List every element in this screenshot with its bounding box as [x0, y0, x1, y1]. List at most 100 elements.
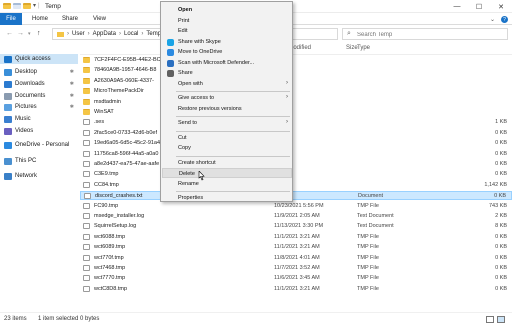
maximize-button[interactable]: ☐	[468, 0, 490, 13]
recent-locations-icon[interactable]: ▾	[28, 31, 31, 37]
file-name: 19ed6a05-6d5c-45c2-91a4	[94, 140, 161, 147]
file-row[interactable]: wct6088.tmp 11/1/2021 3:21 AM TMP File 0 KB	[80, 233, 512, 242]
menu-item-open-with[interactable]: Open with ›	[162, 79, 292, 89]
file-name: wctC8D8.tmp	[94, 285, 128, 292]
tab-share[interactable]: Share	[62, 16, 78, 22]
sidebar-item-downloads[interactable]: Downloads ✱	[4, 79, 78, 89]
sidebar-item-pictures[interactable]: Pictures ✱	[4, 102, 78, 112]
sidebar-item-music[interactable]: Music	[4, 114, 78, 124]
properties-icon[interactable]	[13, 2, 21, 9]
sidebar-item-quick-access[interactable]: Quick access	[0, 54, 78, 64]
file-size: 0 KB	[495, 140, 507, 147]
help-icon[interactable]: ?	[501, 16, 508, 23]
sidebar-item-desktop[interactable]: Desktop ✱	[4, 67, 78, 77]
file-row[interactable]: 2fac5ce0-0733-42d6-b0ef 0 KB	[80, 129, 512, 138]
file-row[interactable]: a8e2d437-ea75-47ae-aafe 0 KB	[80, 160, 512, 169]
window-title: Temp	[45, 3, 61, 10]
folder-row[interactable]: WinSAT	[80, 108, 512, 117]
file-row[interactable]: C3E9.tmp 0 KB	[80, 170, 512, 179]
file-icon	[83, 233, 90, 240]
menu-item-delete[interactable]: Delete	[162, 168, 292, 178]
back-arrow-icon[interactable]: ←	[6, 30, 13, 37]
file-size: 1,142 KB	[484, 181, 507, 188]
file-date: 11/8/2021 4:01 AM	[274, 254, 320, 261]
file-icon	[83, 275, 90, 282]
menu-item-label: Move to OneDrive	[178, 49, 223, 55]
file-icon	[83, 161, 90, 167]
file-row[interactable]: FC90.tmp 10/23/2021 5:56 PM TMP File 743 KB	[80, 202, 512, 211]
ribbon-expand-icon[interactable]: ⌄	[490, 16, 495, 23]
menu-item-copy[interactable]: Copy	[162, 143, 292, 153]
sidebar-item-documents[interactable]: Documents ✱	[4, 91, 78, 101]
file-row[interactable]: msedge_installer.log 11/9/2021 2:05 AM Tex…	[80, 212, 512, 221]
menu-item-restore-previous-versions[interactable]: Restore previous versions	[162, 104, 292, 114]
tab-file[interactable]: File	[0, 13, 22, 25]
file-date: 11/13/2021 3:30 PM	[274, 223, 324, 230]
details-view-icon[interactable]	[486, 316, 494, 323]
item-count: 23 items	[4, 316, 27, 322]
menu-item-open[interactable]: Open	[162, 5, 292, 15]
file-row[interactable]: wctC8D8.tmp 11/1/2021 3:21 AM TMP File 0 KB	[80, 285, 512, 294]
file-name: 78460A9B-1957-4646-B8	[94, 67, 157, 74]
menu-item-cut[interactable]: Cut	[162, 133, 292, 143]
menu-separator	[176, 91, 290, 92]
sidebar-item-videos[interactable]: Videos	[4, 126, 78, 136]
file-row[interactable]: CC84.tmp 1,142 KB	[80, 181, 512, 190]
menu-item-give-access-to[interactable]: Give access to ›	[162, 93, 292, 103]
file-name: 2fac5ce0-0733-42d6-b0ef	[94, 129, 157, 136]
folder-row[interactable]: 78460A9B-1957-4646-B8	[80, 66, 512, 75]
submenu-arrow-icon: ›	[286, 94, 288, 100]
file-row[interactable]: .ses 1 KB	[80, 118, 512, 127]
breadcrumb-user[interactable]: User	[72, 31, 85, 37]
menu-item-properties[interactable]: Properties	[162, 193, 292, 203]
folder-row[interactable]: 7CF2F4FC-E95B-44E2-BC	[80, 56, 512, 65]
folder-row[interactable]: A2630A9A5-060E-4337-	[80, 77, 512, 86]
search-box[interactable]: ⌕	[342, 28, 508, 40]
column-type[interactable]: Type	[357, 45, 370, 51]
file-row[interactable]: wct7468.tmp 11/7/2021 3:52 AM TMP File 0 KB	[80, 264, 512, 273]
menu-item-share-with-skype[interactable]: Share with Skype	[162, 37, 292, 47]
sidebar-item-onedrive-personal[interactable]: OneDrive - Personal	[4, 140, 78, 150]
menu-item-edit[interactable]: Edit	[162, 26, 292, 36]
qa-dropdown-icon[interactable]: ▾	[33, 2, 36, 9]
folder-row[interactable]: msdtadmin	[80, 98, 512, 107]
file-icon	[83, 129, 90, 136]
file-name: 7CF2F4FC-E95B-44E2-BC	[94, 57, 161, 63]
breadcrumb-appdata[interactable]: AppData	[93, 31, 116, 37]
minimize-button[interactable]: —	[446, 0, 468, 13]
file-row[interactable]: SquirrelSetup.log 11/13/2021 3:30 PM Text …	[80, 222, 512, 231]
menu-item-share[interactable]: Share	[162, 68, 292, 78]
sidebar-item-this-pc[interactable]: This PC	[4, 156, 78, 166]
menu-item-rename[interactable]: Rename	[162, 179, 292, 189]
folder-row[interactable]: MicroThemePackDir	[80, 87, 512, 96]
file-row[interactable]: wct6089.tmp 11/1/2021 3:21 AM TMP File 0 KB	[80, 243, 512, 252]
large-icons-view-icon[interactable]	[497, 316, 505, 323]
file-row[interactable]: wct770f.tmp 11/8/2021 4:01 AM TMP File 0 KB	[80, 254, 512, 263]
sidebar-item-network[interactable]: Network	[4, 171, 78, 181]
breadcrumb-temp[interactable]: Temp	[146, 31, 161, 37]
close-button[interactable]: ✕	[490, 0, 512, 13]
file-name: a8e2d437-ea75-47ae-aafe	[94, 161, 160, 167]
file-row[interactable]: 11756ca8-596f-44a5-a0a0 0 KB	[80, 150, 512, 159]
tab-view[interactable]: View	[93, 16, 106, 22]
file-row[interactable]: wct7770.tmp 11/6/2021 3:45 AM TMP File 0 KB	[80, 274, 512, 283]
menu-item-print[interactable]: Print	[162, 16, 292, 26]
menu-separator	[176, 191, 290, 192]
pin-icon: ✱	[69, 81, 74, 87]
new-folder-icon[interactable]	[23, 2, 31, 9]
column-size[interactable]: Size	[346, 45, 358, 51]
menu-item-move-to-onedrive[interactable]: Move to OneDrive	[162, 47, 292, 57]
menu-item-create-shortcut[interactable]: Create shortcut	[162, 158, 292, 168]
breadcrumb-local[interactable]: Local	[124, 31, 138, 37]
file-icon	[83, 150, 90, 157]
file-row[interactable]: discord_crashes.txt Document 0 KB	[80, 191, 512, 201]
file-size: 0 KB	[495, 150, 507, 157]
menu-item-label: Give access to	[178, 95, 215, 101]
tab-home[interactable]: Home	[32, 16, 48, 22]
up-arrow-icon[interactable]: ↑	[37, 30, 41, 37]
menu-item-send-to[interactable]: Send to ›	[162, 118, 292, 128]
search-input[interactable]	[357, 31, 497, 39]
forward-arrow-icon[interactable]: →	[17, 30, 24, 37]
menu-item-scan-with-microsoft-defender[interactable]: Scan with Microsoft Defender...	[162, 58, 292, 68]
file-row[interactable]: 19ed6a05-6d5c-45c2-91a4 0 KB	[80, 139, 512, 148]
